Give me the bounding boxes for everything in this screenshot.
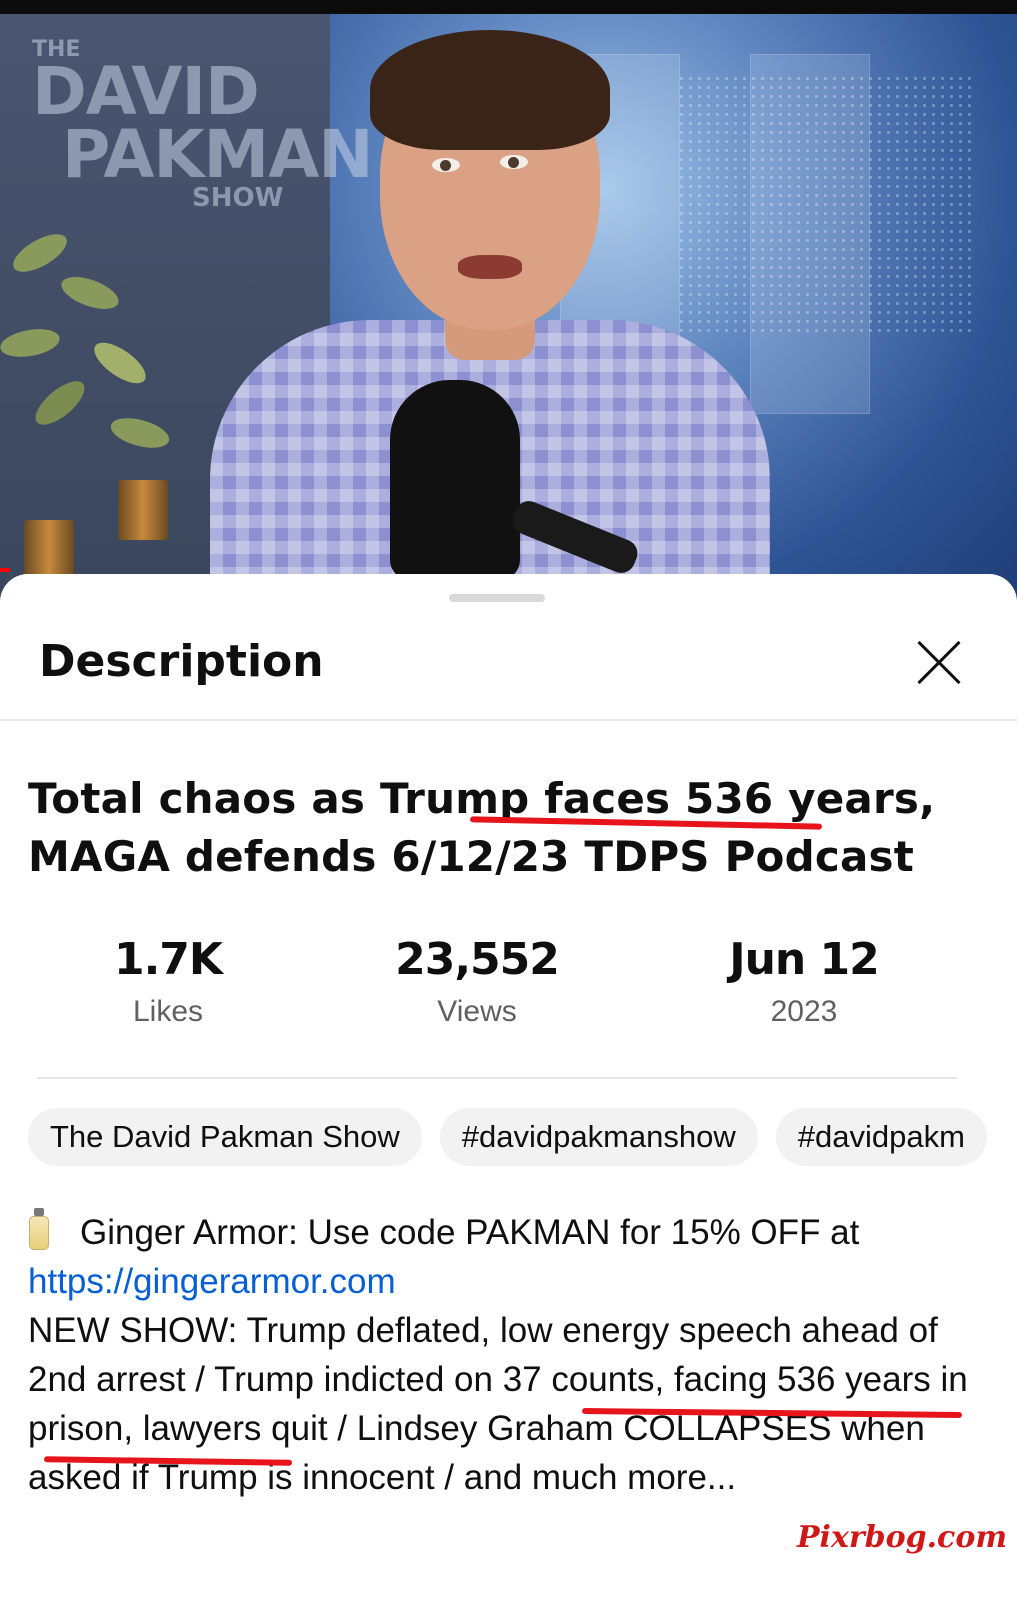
video-title: Total chaos as Trump faces 536 years, MA… bbox=[28, 774, 936, 881]
hashtag-chips: The David Pakman Show #davidpakmanshow #da… bbox=[28, 1108, 1017, 1168]
drag-handle[interactable] bbox=[449, 594, 545, 602]
stat-views-label: Views bbox=[437, 995, 517, 1028]
microphone bbox=[390, 380, 520, 580]
chip-channel[interactable]: The David Pakman Show bbox=[28, 1108, 422, 1166]
sheet-title: Description bbox=[39, 636, 324, 687]
sponsor-link[interactable]: https://gingerarmor.com bbox=[28, 1262, 396, 1301]
stat-views-value: 23,552 bbox=[395, 934, 560, 985]
plant bbox=[0, 220, 200, 600]
description-body: NEW SHOW: Trump deflated, low energy spe… bbox=[28, 1311, 968, 1497]
stat-views: 23,552 Views bbox=[357, 934, 597, 1029]
stat-date: Jun 12 2023 bbox=[684, 934, 924, 1029]
video-player[interactable]: THE DAVID PAKMAN SHOW bbox=[0, 0, 1017, 600]
stat-likes-value: 1.7K bbox=[113, 934, 223, 985]
stat-likes: 1.7K Likes bbox=[48, 934, 288, 1029]
watermark: Pixrbog.com bbox=[797, 1520, 1008, 1555]
stat-date-year: 2023 bbox=[770, 995, 838, 1028]
presenter bbox=[210, 30, 770, 600]
presenter-eye bbox=[432, 158, 460, 172]
video-progress-bar[interactable] bbox=[0, 568, 10, 572]
presenter-mouth bbox=[458, 255, 522, 279]
video-stats: 1.7K Likes 23,552 Views Jun 12 2023 bbox=[0, 934, 1017, 1044]
divider bbox=[0, 719, 1017, 721]
close-icon[interactable] bbox=[908, 632, 968, 692]
sponsor-text: Ginger Armor: Use code PAKMAN for 15% OF… bbox=[80, 1213, 860, 1252]
chip-hashtag[interactable]: #davidpakmanshow bbox=[439, 1108, 758, 1166]
plant-pot bbox=[118, 480, 168, 540]
presenter-eye bbox=[500, 155, 528, 169]
presenter-hair bbox=[370, 30, 610, 150]
divider bbox=[37, 1077, 957, 1079]
chip-hashtag[interactable]: #davidpakm bbox=[775, 1108, 987, 1166]
stat-date-value: Jun 12 bbox=[729, 934, 880, 985]
description-sheet: Description Total chaos as Trump faces 5… bbox=[0, 574, 1017, 1600]
stat-likes-label: Likes bbox=[132, 995, 204, 1028]
bottle-icon bbox=[28, 1208, 50, 1250]
status-bar bbox=[0, 0, 1017, 14]
